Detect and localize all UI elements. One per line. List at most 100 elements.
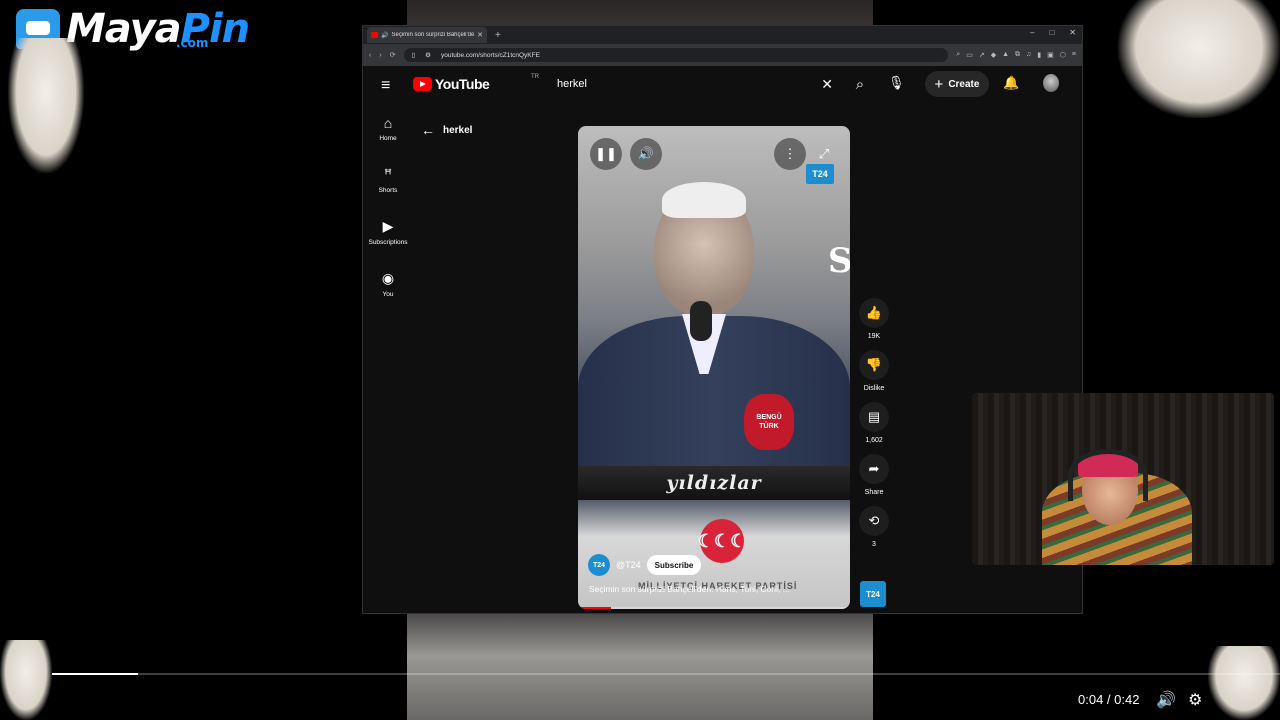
- window-close-icon[interactable]: ✕: [1069, 28, 1076, 37]
- cat-sticker-bottomright: [1208, 646, 1280, 720]
- wallet-icon[interactable]: ▣: [1047, 51, 1054, 59]
- sidebar-toggle-icon[interactable]: ▮: [1037, 51, 1041, 59]
- pause-button[interactable]: ❚❚: [590, 138, 622, 170]
- pip-icon[interactable]: ▭: [966, 51, 973, 59]
- player-volume-icon[interactable]: 🔊: [1156, 690, 1176, 710]
- cat-sticker-bottomleft: [0, 640, 52, 720]
- channel-avatar[interactable]: T24: [588, 554, 610, 576]
- sidebar-item-you[interactable]: ◉ You: [363, 258, 413, 310]
- rewards-icon[interactable]: ▲: [1002, 51, 1009, 59]
- channel-handle[interactable]: @T24: [616, 560, 641, 570]
- comments-action: ▤ 1,602: [859, 402, 889, 444]
- remix-button[interactable]: ⟲: [859, 506, 889, 536]
- forward-nav-icon[interactable]: ›: [379, 52, 381, 59]
- cat-sticker-topright: [1118, 0, 1280, 118]
- banner-letter: S: [828, 241, 850, 281]
- search-box[interactable]: herkel ✕ ⌕: [545, 72, 864, 96]
- short-progress-bar[interactable]: [578, 607, 850, 609]
- clear-search-icon[interactable]: ✕: [821, 76, 833, 93]
- hamburger-menu-icon[interactable]: ≡: [381, 77, 390, 95]
- webcam-overlay: [972, 393, 1274, 565]
- url-field[interactable]: ▯ ⚙ youtube.com/shorts/cZ1tcnQyKFE: [403, 48, 949, 62]
- zoom-icon[interactable]: ⌕: [956, 51, 960, 59]
- watermark-text: T24: [812, 169, 828, 179]
- sidebar-label: Home: [379, 134, 397, 142]
- channel-row: T24 @T24 Subscribe: [588, 554, 702, 576]
- like-button[interactable]: 👍: [859, 298, 889, 328]
- music-icon[interactable]: ♫: [1026, 51, 1031, 59]
- back-to-search[interactable]: ← herkel: [421, 122, 472, 138]
- extensions-icon[interactable]: ⧉: [1015, 51, 1020, 59]
- thumbs-up-icon: 👍: [865, 305, 883, 320]
- tab-strip: 🔊 Seçimin son sürprizi Bahçeli'den ✕ + –…: [363, 26, 1082, 44]
- player-seek-bar[interactable]: [52, 673, 1280, 675]
- youtube-header: ≡ YouTube TR herkel ✕ ⌕ 🎙 + Create 🔔: [363, 66, 1082, 102]
- short-title[interactable]: Seçimin son sürprizi Bahçeli'den: Hans, …: [589, 584, 841, 594]
- like-count: 19K: [867, 333, 881, 340]
- window-controls: – □ ✕: [1030, 28, 1076, 37]
- account-icon: ◉: [381, 270, 395, 286]
- pause-icon: ❚❚: [595, 146, 617, 161]
- channel-thumbnail-button[interactable]: T24: [860, 581, 886, 607]
- new-tab-icon[interactable]: +: [495, 30, 501, 41]
- search-input[interactable]: herkel: [557, 78, 821, 90]
- minimize-icon[interactable]: –: [1030, 28, 1034, 37]
- youtube-logo[interactable]: YouTube TR: [413, 74, 539, 92]
- short-progress-fill: [578, 607, 611, 609]
- plus-icon: +: [934, 75, 944, 93]
- dislike-button[interactable]: 👎: [859, 350, 889, 380]
- country-code: TR: [531, 74, 539, 80]
- maximize-icon[interactable]: □: [1049, 28, 1054, 37]
- player-settings-icon[interactable]: ⚙: [1188, 690, 1202, 710]
- thumbs-down-icon: 👎: [865, 357, 883, 372]
- brave-shield-icon[interactable]: ◆: [991, 51, 996, 59]
- reload-icon[interactable]: ⟳: [390, 51, 396, 59]
- volume-icon: 🔊: [637, 146, 655, 161]
- share-page-icon[interactable]: ↗: [979, 51, 985, 59]
- create-button[interactable]: + Create: [925, 71, 989, 97]
- volume-button[interactable]: 🔊: [630, 138, 662, 170]
- player-progress-fill: [52, 673, 138, 675]
- player-time: 0:04 / 0:42: [1078, 692, 1140, 707]
- sidebar-item-home[interactable]: ⌂ Home: [363, 102, 413, 154]
- sidebar-item-shorts[interactable]: ꟸ Shorts: [363, 154, 413, 206]
- youtube-play-icon: [413, 77, 432, 91]
- url-text: youtube.com/shorts/cZ1tcnQyKFE: [440, 51, 540, 59]
- bookmark-icon[interactable]: ▯: [412, 51, 416, 59]
- channel-avatar-text: T24: [592, 561, 606, 569]
- youtube-wordmark: YouTube: [435, 76, 490, 92]
- sidebar-label: Subscriptions: [368, 239, 408, 246]
- podium-sign-text: yıldızlar: [666, 472, 762, 494]
- short-video-player[interactable]: S BENGÜ TÜRK yıldızlar ☾☾☾ MİLLİYETÇİ HA…: [578, 126, 850, 609]
- browser-tab[interactable]: 🔊 Seçimin son sürprizi Bahçeli'den ✕: [367, 27, 487, 43]
- back-arrow-icon[interactable]: ←: [421, 122, 435, 138]
- t24-watermark: T24: [806, 164, 834, 184]
- like-action: 👍 19K: [859, 298, 889, 340]
- site-info-icon[interactable]: ⚙: [425, 51, 431, 59]
- comments-button[interactable]: ▤: [859, 402, 889, 432]
- headset-icon: [1068, 449, 1148, 501]
- account-avatar[interactable]: [1043, 74, 1059, 92]
- share-button[interactable]: ➦: [859, 454, 889, 484]
- comment-icon: ▤: [867, 409, 881, 424]
- shorts-icon: ꟸ: [383, 166, 393, 182]
- share-action: ➦ Share: [859, 454, 889, 496]
- more-options-button[interactable]: ⋮: [774, 138, 806, 170]
- subscribe-button[interactable]: Subscribe: [646, 555, 702, 575]
- tab-close-icon[interactable]: ✕: [477, 31, 483, 39]
- podium-sign: yıldızlar: [578, 466, 850, 500]
- menu-icon[interactable]: ≡: [1072, 51, 1076, 59]
- comment-count: 1,602: [865, 437, 883, 444]
- notifications-bell-icon[interactable]: 🔔: [1003, 75, 1019, 91]
- back-nav-icon[interactable]: ‹: [369, 52, 371, 59]
- vpn-icon[interactable]: ⬡: [1060, 51, 1066, 59]
- voice-search-icon[interactable]: 🎙: [888, 75, 905, 91]
- sidebar-item-subscriptions[interactable]: ▶ Subscriptions: [363, 206, 413, 258]
- search-icon[interactable]: ⌕: [847, 72, 873, 96]
- share-arrow-icon: ➦: [868, 461, 880, 476]
- mini-sidebar: ⌂ Home ꟸ Shorts ▶ Subscriptions ◉ You: [363, 102, 413, 310]
- address-bar-row: ‹ › ⟳ ▯ ⚙ youtube.com/shorts/cZ1tcnQyKFE…: [363, 44, 1082, 66]
- share-label: Share: [864, 489, 884, 496]
- party-emblem: ☾☾☾: [698, 519, 746, 563]
- stream-frame: MayaPin .com 🔊 Seçimin son sürprizi Bahç…: [0, 0, 1280, 720]
